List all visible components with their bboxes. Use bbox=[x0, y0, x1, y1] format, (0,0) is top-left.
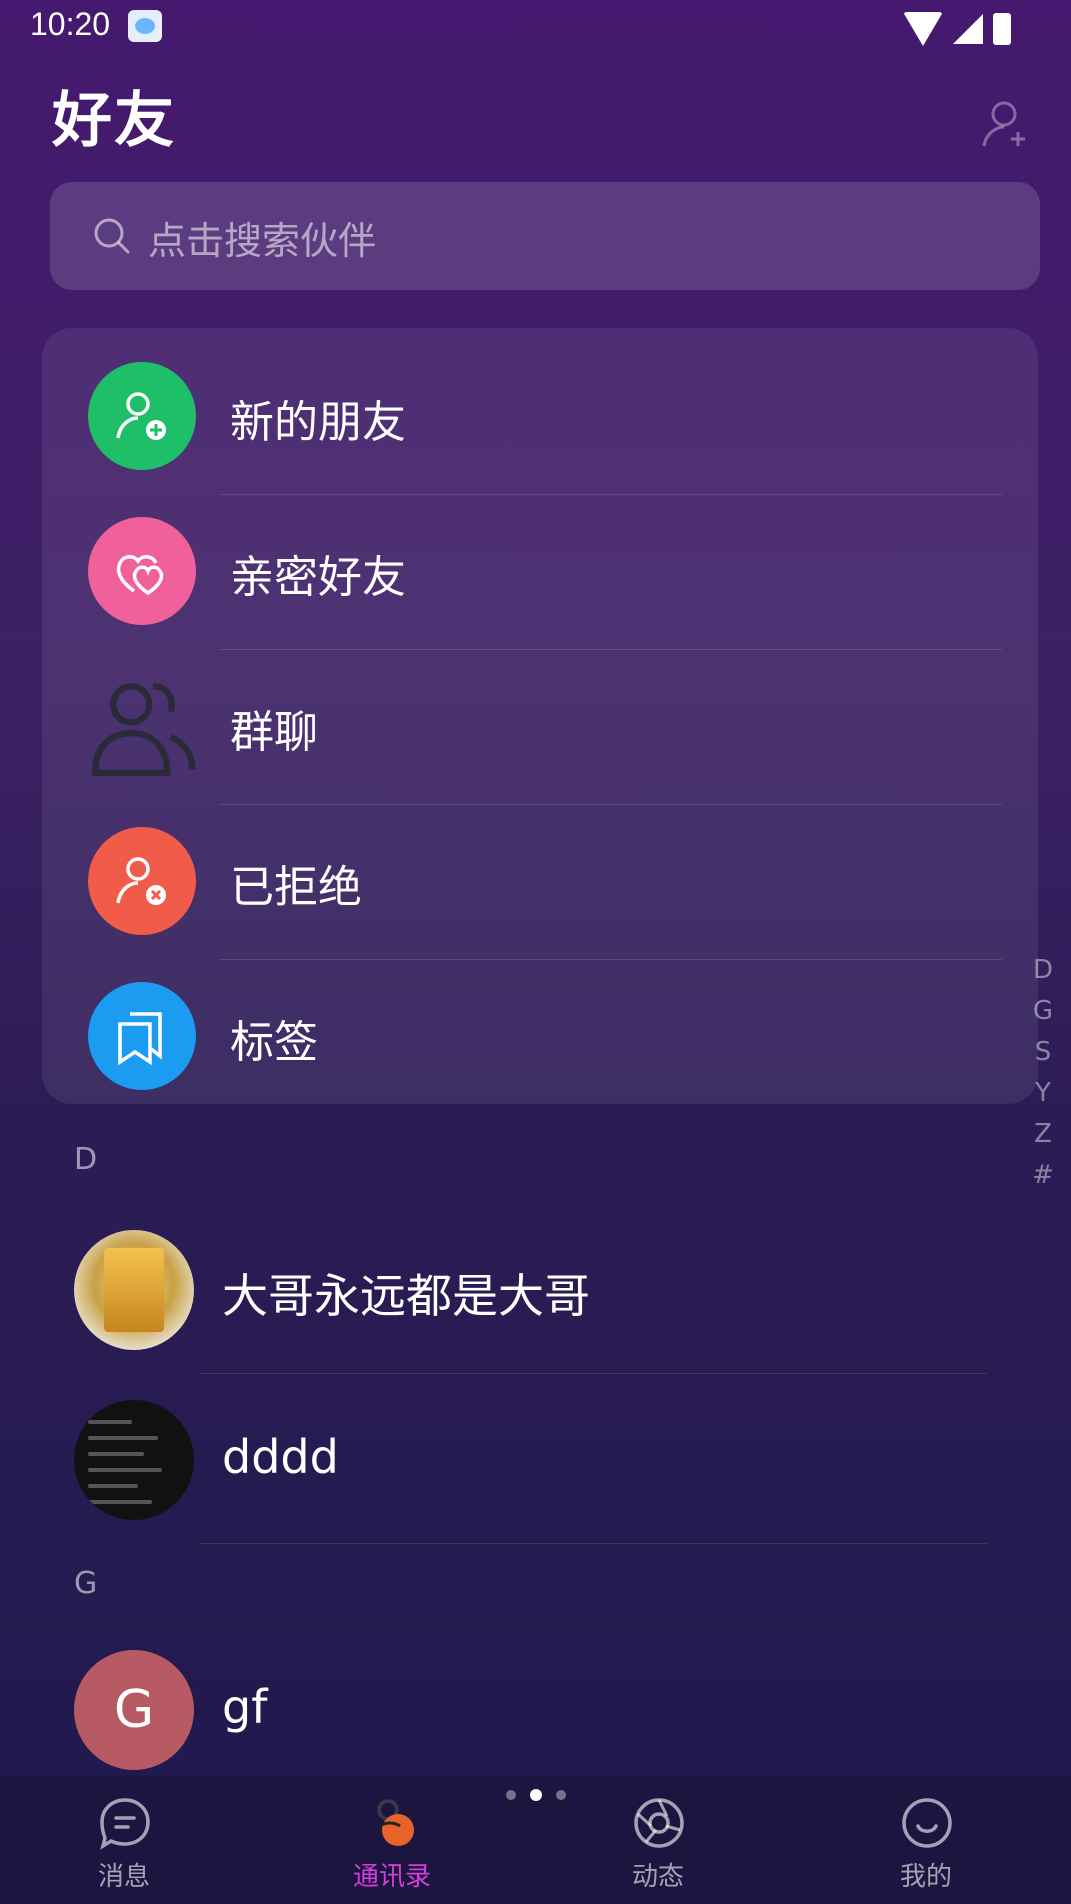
status-bar: 10:20 bbox=[0, 0, 1071, 55]
add-user-icon bbox=[88, 362, 196, 470]
group-icon bbox=[88, 672, 196, 780]
avatar: G bbox=[74, 1650, 194, 1770]
contacts-icon bbox=[377, 1799, 414, 1846]
menu-item-rejected[interactable]: 已拒绝 bbox=[42, 805, 1038, 960]
notification-app-icon bbox=[128, 10, 162, 42]
index-letter-d[interactable]: D bbox=[1033, 950, 1053, 991]
alphabet-index[interactable]: D G S Y Z # bbox=[1028, 950, 1058, 1196]
signal-icon bbox=[953, 14, 983, 44]
index-letter-s[interactable]: S bbox=[1035, 1032, 1052, 1073]
status-icons bbox=[903, 12, 1011, 46]
menu-label: 已拒绝 bbox=[230, 862, 362, 913]
section-header-d: D bbox=[74, 1142, 98, 1177]
heart-icon bbox=[88, 517, 196, 625]
search-placeholder: 点击搜索伙伴 bbox=[148, 219, 377, 263]
page-dot-active bbox=[529, 1789, 542, 1801]
index-letter-hash[interactable]: # bbox=[1032, 1155, 1054, 1196]
search-icon bbox=[94, 218, 130, 254]
page-title: 好友 bbox=[52, 86, 176, 156]
contact-row[interactable]: 大哥永远都是大哥 bbox=[0, 1214, 1071, 1374]
contacts-menu-card: 新的朋友 亲密好友 群聊 已拒绝 标签 bbox=[42, 328, 1038, 1104]
nav-tab-profile[interactable]: 我的 bbox=[856, 1796, 996, 1896]
menu-item-close-friends[interactable]: 亲密好友 bbox=[42, 495, 1038, 650]
wifi-icon bbox=[903, 12, 943, 46]
nav-tab-moments[interactable]: 动态 bbox=[588, 1796, 728, 1896]
status-time: 10:20 bbox=[30, 6, 111, 42]
avatar bbox=[74, 1400, 194, 1520]
menu-label: 新的朋友 bbox=[230, 397, 406, 448]
index-letter-g[interactable]: G bbox=[1033, 991, 1053, 1032]
contact-name: gf bbox=[222, 1680, 268, 1734]
menu-item-tags[interactable]: 标签 bbox=[42, 960, 1038, 1115]
nav-label: 我的 bbox=[899, 1862, 952, 1892]
section-header-g: G bbox=[74, 1566, 98, 1601]
profile-icon bbox=[902, 1798, 952, 1848]
nav-tab-contacts[interactable]: 通讯录 bbox=[322, 1796, 462, 1896]
rejected-user-icon bbox=[88, 827, 196, 935]
avatar bbox=[74, 1230, 194, 1350]
search-input[interactable]: 点击搜索伙伴 bbox=[50, 182, 1040, 290]
menu-label: 亲密好友 bbox=[230, 552, 406, 603]
moments-icon bbox=[634, 1798, 684, 1848]
contact-row[interactable]: G gf bbox=[0, 1634, 1071, 1794]
menu-item-group-chats[interactable]: 群聊 bbox=[42, 650, 1038, 805]
contact-name: dddd bbox=[222, 1430, 339, 1484]
nav-label: 消息 bbox=[97, 1862, 150, 1892]
page-dot bbox=[555, 1790, 566, 1800]
divider bbox=[200, 1543, 987, 1544]
contact-name: 大哥永远都是大哥 bbox=[222, 1269, 590, 1323]
divider bbox=[200, 1373, 987, 1374]
tag-icon bbox=[88, 982, 196, 1090]
menu-label: 标签 bbox=[230, 1017, 318, 1068]
page-dot bbox=[505, 1790, 516, 1800]
nav-label: 通讯录 bbox=[352, 1862, 431, 1892]
battery-icon bbox=[993, 13, 1011, 45]
nav-label: 动态 bbox=[631, 1862, 684, 1892]
menu-label: 群聊 bbox=[230, 707, 318, 758]
contact-row[interactable]: dddd bbox=[0, 1384, 1071, 1544]
index-letter-z[interactable]: Z bbox=[1034, 1114, 1052, 1155]
nav-tab-messages[interactable]: 消息 bbox=[54, 1796, 194, 1896]
add-friend-icon[interactable] bbox=[980, 98, 1032, 150]
message-icon bbox=[100, 1798, 150, 1850]
menu-item-new-friends[interactable]: 新的朋友 bbox=[42, 340, 1038, 495]
index-letter-y[interactable]: Y bbox=[1035, 1073, 1051, 1114]
